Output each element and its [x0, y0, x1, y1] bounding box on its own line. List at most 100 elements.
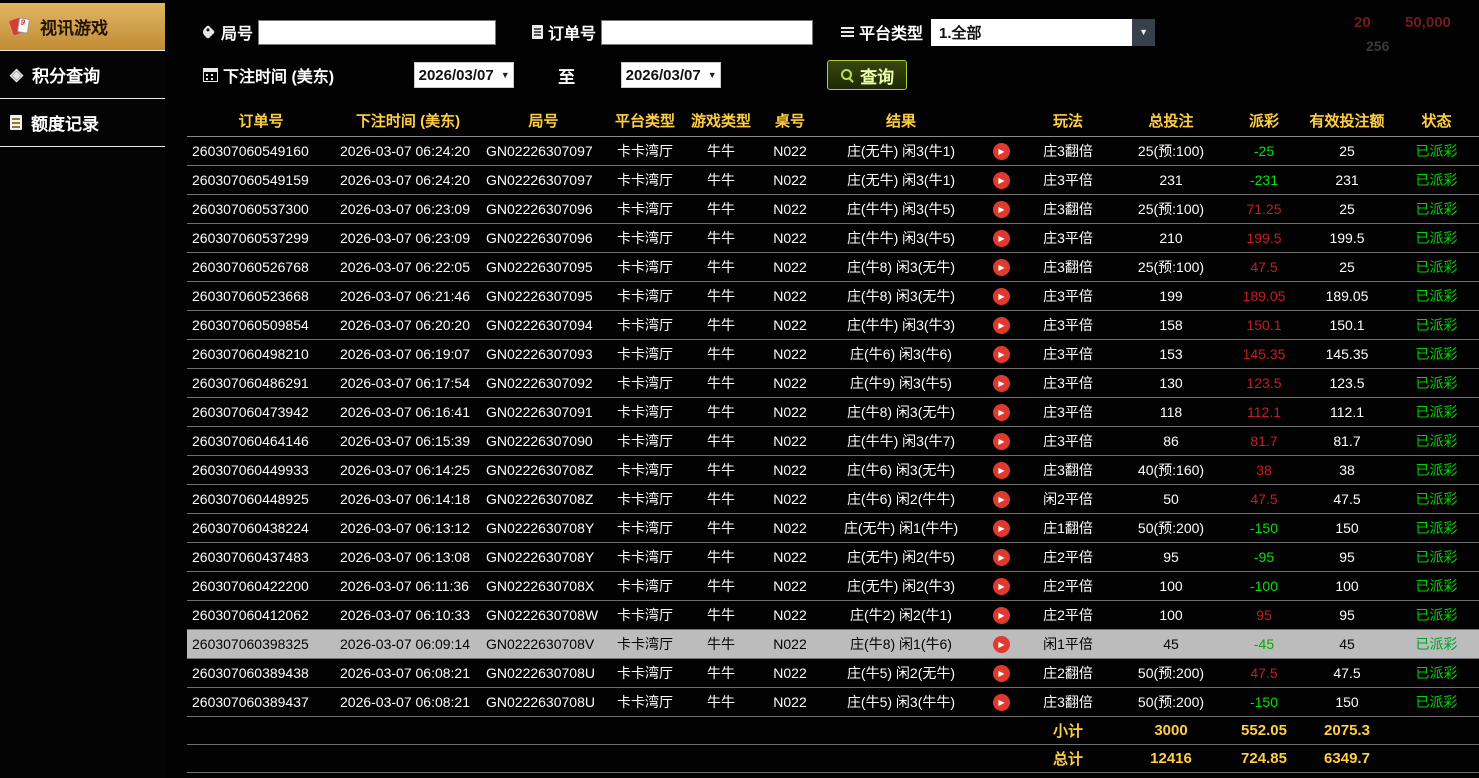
table-row[interactable]: 260307060498210 2026-03-07 06:19:07 GN02…	[187, 339, 1479, 368]
play-video-button[interactable]: ▶	[993, 404, 1010, 421]
table-row[interactable]: 260307060549160 2026-03-07 06:24:20 GN02…	[187, 136, 1479, 165]
play-video-button[interactable]: ▶	[993, 288, 1010, 305]
subtotal-valid-bet: 2075.3	[1300, 716, 1394, 744]
cell-round-number: GN02226307096	[481, 223, 606, 252]
cell-payout: 150.1	[1228, 310, 1300, 339]
table-row[interactable]: 260307060509854 2026-03-07 06:20:20 GN02…	[187, 310, 1479, 339]
date-to-picker[interactable]: 2026/03/07 ▼	[621, 62, 721, 88]
play-video-button[interactable]: ▶	[993, 433, 1010, 450]
table-row[interactable]: 260307060389438 2026-03-07 06:08:21 GN02…	[187, 658, 1479, 687]
cell-status: 已派彩	[1394, 513, 1479, 542]
cell-platform-type: 卡卡湾厅	[606, 426, 684, 455]
play-video-button[interactable]: ▶	[993, 607, 1010, 624]
play-video-button[interactable]: ▶	[993, 636, 1010, 653]
cell-payout: 47.5	[1228, 658, 1300, 687]
sidebar-item-credit-records[interactable]: 额度记录	[0, 99, 165, 147]
table-row[interactable]: 260307060537299 2026-03-07 06:23:09 GN02…	[187, 223, 1479, 252]
play-video-button[interactable]: ▶	[993, 375, 1010, 392]
table-row[interactable]: 260307060523668 2026-03-07 06:21:46 GN02…	[187, 281, 1479, 310]
cell-bet-type: 庄3平倍	[1022, 397, 1114, 426]
cell-bet-type: 庄2平倍	[1022, 600, 1114, 629]
cell-status: 已派彩	[1394, 571, 1479, 600]
cell-game-type: 牛牛	[684, 426, 758, 455]
col-header-platform: 平台类型	[606, 106, 684, 136]
cell-table-number: N022	[758, 426, 822, 455]
sidebar-item-video-games[interactable]: 视讯游戏	[0, 3, 165, 51]
cell-order-number: 260307060449933	[187, 455, 335, 484]
document-icon	[10, 115, 22, 130]
play-video-button[interactable]: ▶	[993, 259, 1010, 276]
cell-bet-type: 庄1翻倍	[1022, 513, 1114, 542]
cell-round-number: GN0222630708Y	[481, 542, 606, 571]
cell-round-number: GN02226307095	[481, 252, 606, 281]
cell-total-bet: 50(预:200)	[1114, 658, 1228, 687]
table-row[interactable]: 260307060438224 2026-03-07 06:13:12 GN02…	[187, 513, 1479, 542]
list-icon	[841, 26, 854, 38]
table-row[interactable]: 260307060389437 2026-03-07 06:08:21 GN02…	[187, 687, 1479, 716]
table-row[interactable]: 260307060412062 2026-03-07 06:10:33 GN02…	[187, 600, 1479, 629]
cell-bet-time: 2026-03-07 06:23:09	[335, 223, 481, 252]
table-row[interactable]: 260307060422200 2026-03-07 06:11:36 GN02…	[187, 571, 1479, 600]
cell-status: 已派彩	[1394, 223, 1479, 252]
cell-round-number: GN02226307093	[481, 339, 606, 368]
col-header-bet-type: 玩法	[1022, 106, 1114, 136]
cell-platform-type: 卡卡湾厅	[606, 397, 684, 426]
cell-platform-type: 卡卡湾厅	[606, 687, 684, 716]
cell-payout: 47.5	[1228, 252, 1300, 281]
table-row[interactable]: 260307060449933 2026-03-07 06:14:25 GN02…	[187, 455, 1479, 484]
table-row[interactable]: 260307060464146 2026-03-07 06:15:39 GN02…	[187, 426, 1479, 455]
play-video-button[interactable]: ▶	[993, 694, 1010, 711]
table-row[interactable]: 260307060448925 2026-03-07 06:14:18 GN02…	[187, 484, 1479, 513]
play-video-button[interactable]: ▶	[993, 230, 1010, 247]
col-header-order: 订单号	[187, 106, 335, 136]
cell-platform-type: 卡卡湾厅	[606, 658, 684, 687]
cell-result: 庄(牛6) 闲3(无牛)	[822, 455, 980, 484]
subtotal-spacer	[187, 716, 1022, 744]
search-button[interactable]: 查询	[827, 60, 907, 90]
date-from-picker[interactable]: 2026/03/07 ▼	[414, 62, 514, 88]
cell-game-type: 牛牛	[684, 223, 758, 252]
play-video-button[interactable]: ▶	[993, 201, 1010, 218]
table-row[interactable]: 260307060486291 2026-03-07 06:17:54 GN02…	[187, 368, 1479, 397]
table-row[interactable]: 260307060437483 2026-03-07 06:13:08 GN02…	[187, 542, 1479, 571]
sidebar-item-points-query[interactable]: ◈ 积分查询	[0, 51, 165, 99]
play-video-button[interactable]: ▶	[993, 172, 1010, 189]
grand-total-payout: 724.85	[1228, 744, 1300, 772]
table-row[interactable]: 260307060526768 2026-03-07 06:22:05 GN02…	[187, 252, 1479, 281]
cell-video: ▶	[980, 658, 1022, 687]
gem-icon: ◈	[10, 65, 23, 85]
cell-total-bet: 95	[1114, 542, 1228, 571]
play-video-button[interactable]: ▶	[993, 143, 1010, 160]
play-video-button[interactable]: ▶	[993, 549, 1010, 566]
platform-type-select[interactable]: 1.全部 ▼	[931, 19, 1155, 46]
table-row[interactable]: 260307060549159 2026-03-07 06:24:20 GN02…	[187, 165, 1479, 194]
cell-total-bet: 40(预:160)	[1114, 455, 1228, 484]
play-video-button[interactable]: ▶	[993, 317, 1010, 334]
cell-status: 已派彩	[1394, 136, 1479, 165]
cell-game-type: 牛牛	[684, 513, 758, 542]
round-input[interactable]	[258, 20, 496, 45]
cell-valid-bet: 81.7	[1300, 426, 1394, 455]
cell-game-type: 牛牛	[684, 484, 758, 513]
order-input[interactable]	[601, 20, 813, 45]
grand-total-status-spacer	[1394, 744, 1479, 772]
cell-order-number: 260307060523668	[187, 281, 335, 310]
play-video-button[interactable]: ▶	[993, 665, 1010, 682]
play-video-button[interactable]: ▶	[993, 578, 1010, 595]
play-video-button[interactable]: ▶	[993, 346, 1010, 363]
col-header-video	[980, 106, 1022, 136]
cell-status: 已派彩	[1394, 165, 1479, 194]
table-row[interactable]: 260307060473942 2026-03-07 06:16:41 GN02…	[187, 397, 1479, 426]
play-video-button[interactable]: ▶	[993, 520, 1010, 537]
cell-status: 已派彩	[1394, 339, 1479, 368]
cell-round-number: GN0222630708Z	[481, 455, 606, 484]
cell-video: ▶	[980, 542, 1022, 571]
table-row[interactable]: 260307060537300 2026-03-07 06:23:09 GN02…	[187, 194, 1479, 223]
play-video-button[interactable]: ▶	[993, 462, 1010, 479]
cell-valid-bet: 45	[1300, 629, 1394, 658]
cell-bet-type: 庄3平倍	[1022, 281, 1114, 310]
play-video-button[interactable]: ▶	[993, 491, 1010, 508]
table-row[interactable]: 260307060398325 2026-03-07 06:09:14 GN02…	[187, 629, 1479, 658]
grand-total-total-bet: 12416	[1114, 744, 1228, 772]
cell-payout: 95	[1228, 600, 1300, 629]
